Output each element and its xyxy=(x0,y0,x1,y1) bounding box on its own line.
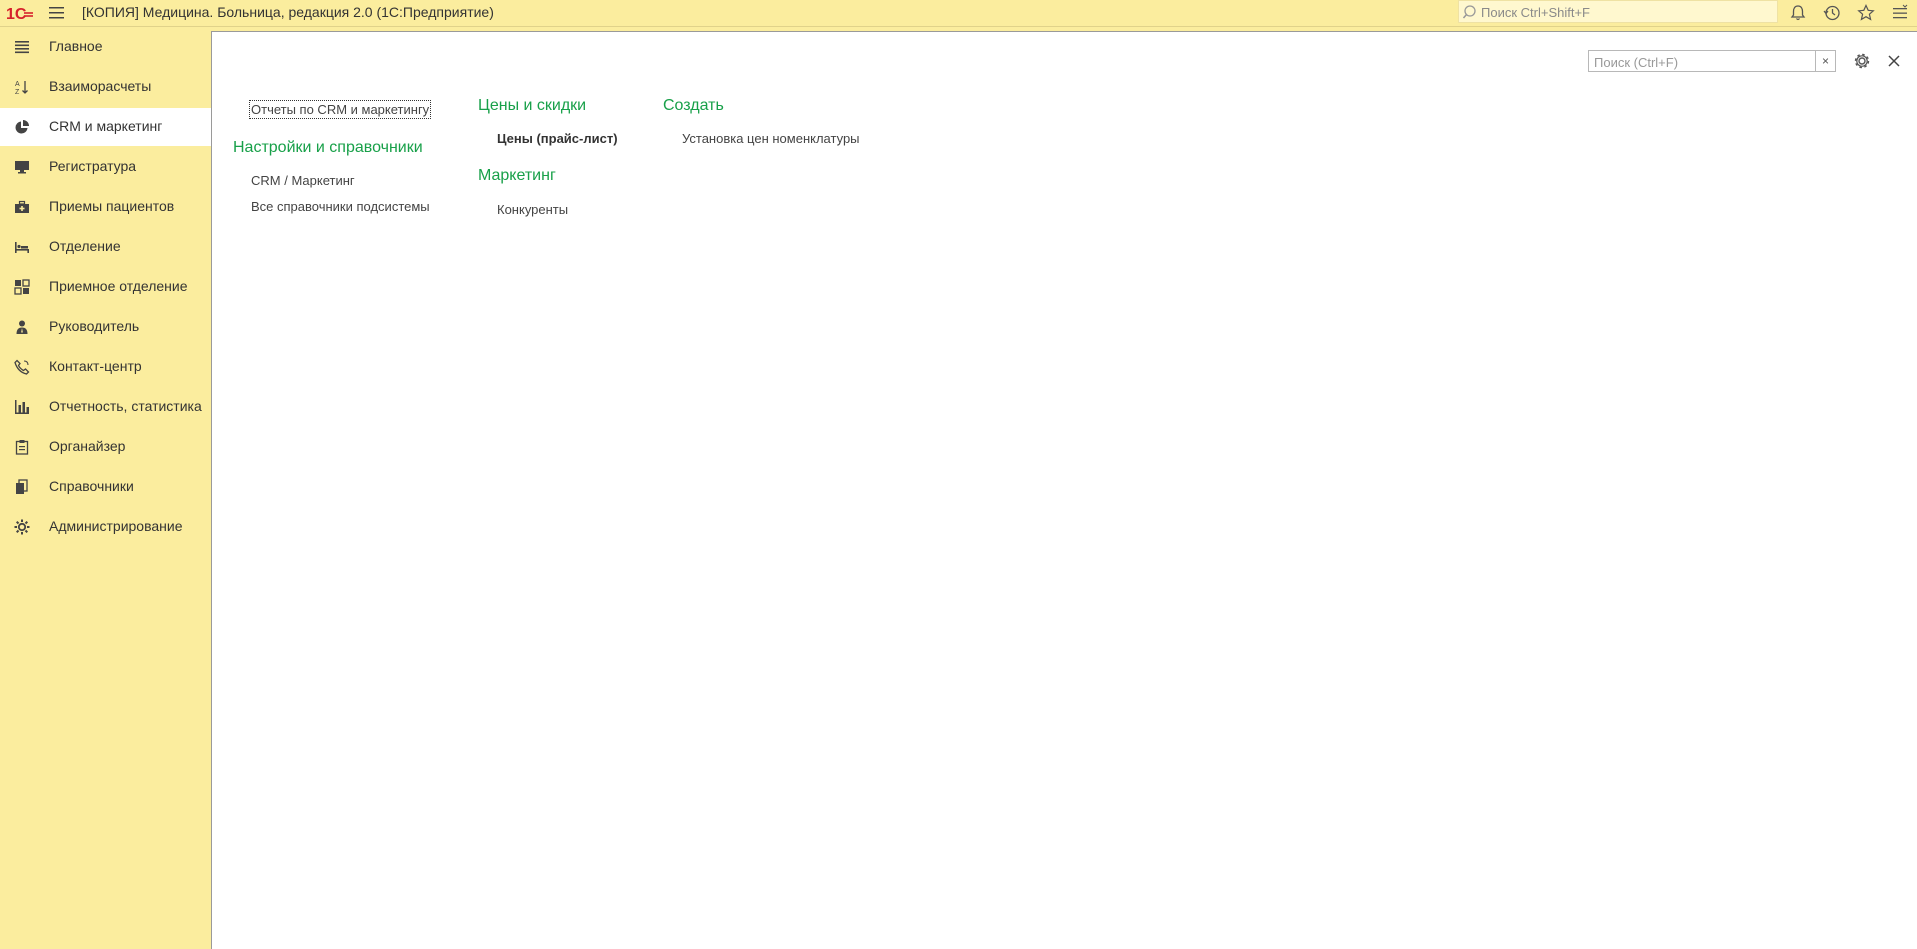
top-bar: 1С [КОПИЯ] Медицина. Больница, редакция … xyxy=(0,0,1917,27)
books-icon xyxy=(16,479,28,494)
sidebar-item-reports-stats[interactable]: Отчетность, статистика xyxy=(0,388,211,426)
bar-chart-icon xyxy=(15,400,29,414)
clipboard-icon xyxy=(15,440,29,455)
manager-icon xyxy=(16,320,28,334)
sidebar-item-manager[interactable]: Руководитель xyxy=(0,308,211,346)
sidebar-item-admission[interactable]: Приемное отделение xyxy=(0,268,211,306)
hospital-bed-icon xyxy=(15,242,29,253)
clear-search-button[interactable]: × xyxy=(1816,50,1836,72)
pie-chart-icon xyxy=(15,120,29,134)
more-menu-icon[interactable] xyxy=(1890,3,1910,23)
phone-icon xyxy=(14,359,30,375)
sidebar-item-label: Администрирование xyxy=(49,518,183,534)
form-search-box[interactable] xyxy=(1588,50,1816,72)
bell-icon[interactable] xyxy=(1788,3,1808,23)
main-menu-icon[interactable] xyxy=(48,5,66,21)
svg-text:1С: 1С xyxy=(6,6,27,22)
settings-section-title: Настройки и справочники xyxy=(233,139,423,156)
svg-text:Z: Z xyxy=(15,89,20,95)
favorites-star-icon[interactable] xyxy=(1856,3,1876,23)
sort-letters-icon: A Z xyxy=(15,81,28,95)
sidebar-item-label: Приемы пациентов xyxy=(49,198,175,214)
menu-lines-icon xyxy=(15,41,29,54)
create-section-title: Создать xyxy=(663,97,724,114)
prices-section-title: Цены и скидки xyxy=(478,97,587,114)
search-icon xyxy=(1463,5,1476,19)
marketing-section-title: Маркетинг xyxy=(478,167,556,184)
reports-crm-marketing-link[interactable]: Отчеты по CRM и маркетингу xyxy=(248,100,432,119)
form-search-input[interactable] xyxy=(1592,52,1811,72)
sidebar-item-label: Приемное отделение xyxy=(49,278,188,294)
gear-icon xyxy=(14,519,30,535)
sidebar-item-label: Руководитель xyxy=(49,318,140,334)
sections-sidebar: Главное A Z Взаиморасчеты CRM и маркетин… xyxy=(0,27,211,949)
sidebar-item-administration[interactable]: Администрирование xyxy=(0,508,211,546)
sidebar-item-label: Органайзер xyxy=(49,438,126,454)
global-search-box[interactable] xyxy=(1458,0,1778,23)
monitor-icon xyxy=(15,161,29,174)
global-search-input[interactable] xyxy=(1479,2,1773,23)
section-panel: × Отчеты по CRM и маркетингу Настройки и… xyxy=(211,31,1917,949)
close-icon[interactable] xyxy=(1886,53,1902,69)
sidebar-item-label: Регистратура xyxy=(49,158,137,174)
app-title: [КОПИЯ] Медицина. Больница, редакция 2.0… xyxy=(82,4,494,20)
1c-logo-icon: 1С xyxy=(6,6,33,22)
sidebar-item-crm-marketing[interactable]: CRM и маркетинг xyxy=(0,108,211,146)
sidebar-item-organizer[interactable]: Органайзер xyxy=(0,428,211,466)
price-list-link[interactable]: Цены (прайс-лист) xyxy=(497,131,618,146)
sidebar-item-label: Справочники xyxy=(49,478,134,494)
sidebar-item-label: CRM и маркетинг xyxy=(49,118,163,134)
sidebar-item-catalogs[interactable]: Справочники xyxy=(0,468,211,506)
sidebar-item-label: Отделение xyxy=(49,238,121,254)
reception-icon xyxy=(14,279,30,295)
sidebar-item-contact-center[interactable]: Контакт-центр xyxy=(0,348,211,386)
competitors-link[interactable]: Конкуренты xyxy=(497,202,568,217)
sidebar-item-label: Контакт-центр xyxy=(49,358,142,374)
sidebar-item-settlements[interactable]: A Z Взаиморасчеты xyxy=(0,68,211,106)
all-catalogs-link[interactable]: Все справочники подсистемы xyxy=(251,199,430,214)
settings-gear-icon[interactable] xyxy=(1852,51,1872,71)
sidebar-item-label: Взаиморасчеты xyxy=(49,78,152,94)
sidebar-item-department[interactable]: Отделение xyxy=(0,228,211,266)
sidebar-item-registry[interactable]: Регистратура xyxy=(0,148,211,186)
sidebar-item-main[interactable]: Главное xyxy=(0,28,211,66)
history-icon[interactable] xyxy=(1822,3,1842,23)
medical-bag-icon xyxy=(15,200,29,213)
sidebar-item-label: Главное xyxy=(49,38,103,54)
svg-text:A: A xyxy=(15,81,20,88)
crm-marketing-settings-link[interactable]: CRM / Маркетинг xyxy=(251,173,355,188)
sidebar-item-patient-visits[interactable]: Приемы пациентов xyxy=(0,188,211,226)
sidebar-item-label: Отчетность, статистика xyxy=(49,398,202,414)
set-item-prices-link[interactable]: Установка цен номенклатуры xyxy=(682,131,860,146)
